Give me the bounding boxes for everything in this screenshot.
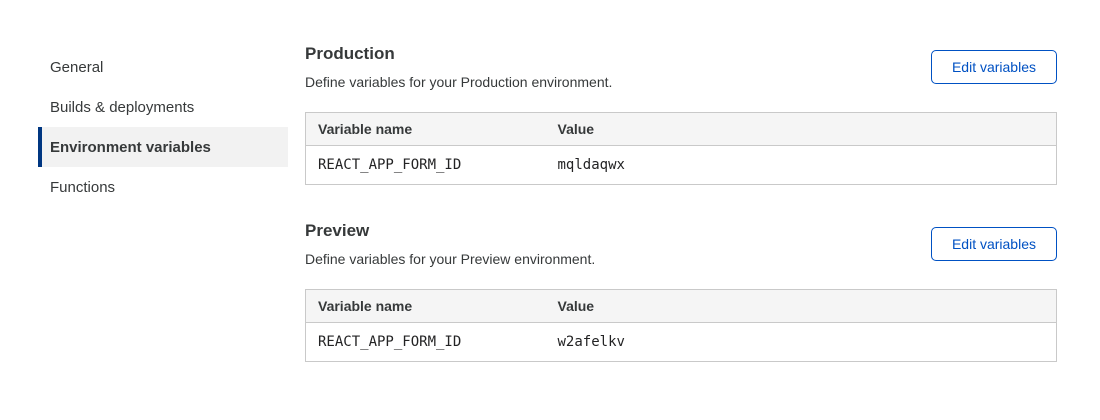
production-section-header: Production Define variables for your Pro… — [305, 44, 1057, 90]
variable-name-column-header: Variable name — [306, 290, 546, 323]
sidebar-item-builds-deployments[interactable]: Builds & deployments — [38, 87, 288, 127]
variable-value-cell: mqldaqwx — [546, 146, 1057, 185]
preview-section-header: Preview Define variables for your Previe… — [305, 221, 1057, 267]
table-row: REACT_APP_FORM_ID mqldaqwx — [306, 146, 1057, 185]
production-section-titles: Production Define variables for your Pro… — [305, 44, 612, 90]
variable-value-cell: w2afelkv — [546, 323, 1057, 362]
settings-page: General Builds & deployments Environment… — [0, 0, 1100, 362]
variable-name-cell: REACT_APP_FORM_ID — [306, 146, 546, 185]
preview-section-titles: Preview Define variables for your Previe… — [305, 221, 595, 267]
production-title: Production — [305, 44, 612, 64]
production-description: Define variables for your Production env… — [305, 74, 612, 90]
production-section: Production Define variables for your Pro… — [305, 44, 1057, 185]
value-column-header: Value — [546, 290, 1057, 323]
sidebar-item-functions[interactable]: Functions — [38, 167, 288, 207]
production-variables-table: Variable name Value REACT_APP_FORM_ID mq… — [305, 112, 1057, 185]
table-header-row: Variable name Value — [306, 113, 1057, 146]
settings-sidebar: General Builds & deployments Environment… — [38, 47, 288, 362]
sidebar-item-environment-variables[interactable]: Environment variables — [38, 127, 288, 167]
table-row: REACT_APP_FORM_ID w2afelkv — [306, 323, 1057, 362]
preview-edit-variables-button[interactable]: Edit variables — [931, 227, 1057, 261]
preview-variables-table: Variable name Value REACT_APP_FORM_ID w2… — [305, 289, 1057, 362]
environment-variables-panel: Production Define variables for your Pro… — [305, 0, 1057, 362]
value-column-header: Value — [546, 113, 1057, 146]
variable-name-cell: REACT_APP_FORM_ID — [306, 323, 546, 362]
production-edit-variables-button[interactable]: Edit variables — [931, 50, 1057, 84]
preview-title: Preview — [305, 221, 595, 241]
preview-section: Preview Define variables for your Previe… — [305, 221, 1057, 362]
preview-description: Define variables for your Preview enviro… — [305, 251, 595, 267]
table-header-row: Variable name Value — [306, 290, 1057, 323]
sidebar-item-general[interactable]: General — [38, 47, 288, 87]
variable-name-column-header: Variable name — [306, 113, 546, 146]
